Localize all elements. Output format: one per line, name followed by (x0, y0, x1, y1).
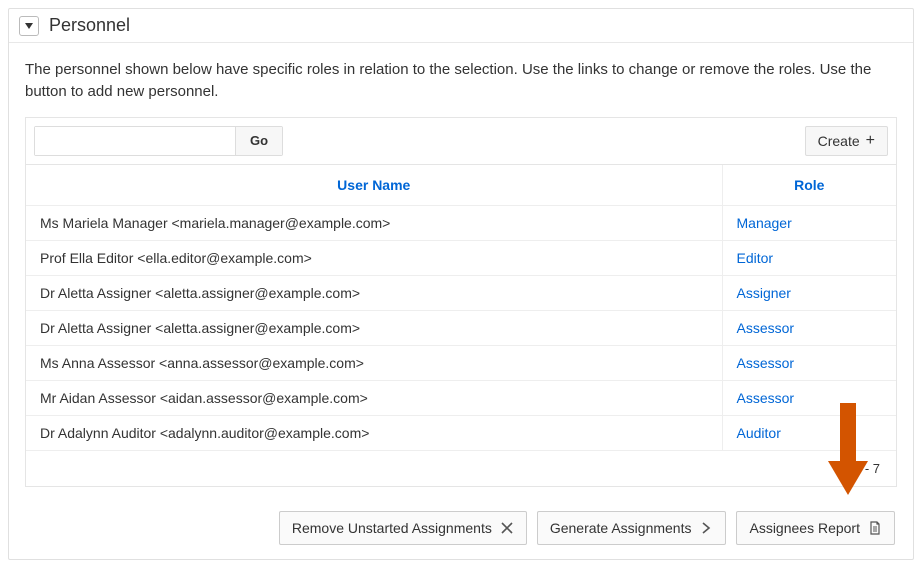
role-link[interactable]: Editor (737, 250, 774, 266)
close-icon (500, 521, 514, 535)
user-cell: Dr Aletta Assigner <aletta.assigner@exam… (26, 275, 722, 310)
go-button[interactable]: Go (235, 127, 282, 155)
remove-unstarted-button[interactable]: Remove Unstarted Assignments (279, 511, 527, 545)
table-row: Ms Anna Assessor <anna.assessor@example.… (26, 345, 896, 380)
create-label: Create (818, 133, 860, 149)
triangle-down-icon (24, 18, 34, 34)
role-link[interactable]: Manager (737, 215, 792, 231)
assignees-report-label: Assignees Report (749, 520, 860, 536)
role-cell: Assessor (722, 380, 896, 415)
role-cell: Assigner (722, 275, 896, 310)
generate-assignments-button[interactable]: Generate Assignments (537, 511, 727, 545)
table-row: Dr Adalynn Auditor <adalynn.auditor@exam… (26, 415, 896, 450)
role-link[interactable]: Assessor (737, 320, 795, 336)
role-link[interactable]: Assigner (737, 285, 791, 301)
user-cell: Mr Aidan Assessor <aidan.assessor@exampl… (26, 380, 722, 415)
table-row: Prof Ella Editor <ella.editor@example.co… (26, 240, 896, 275)
user-cell: Ms Mariela Manager <mariela.manager@exam… (26, 205, 722, 240)
panel-title: Personnel (49, 15, 130, 36)
role-link[interactable]: Auditor (737, 425, 781, 441)
toolbar: Go Create + (26, 118, 896, 164)
personnel-table: User Name Role Ms Mariela Manager <marie… (26, 164, 896, 450)
table-row: Mr Aidan Assessor <aidan.assessor@exampl… (26, 380, 896, 415)
search-group: Go (34, 126, 283, 156)
personnel-panel: Personnel The personnel shown below have… (8, 8, 914, 560)
role-cell: Assessor (722, 310, 896, 345)
table-row: Dr Aletta Assigner <aletta.assigner@exam… (26, 275, 896, 310)
pager: 1 - 7 (26, 450, 896, 486)
table-row: Dr Aletta Assigner <aletta.assigner@exam… (26, 310, 896, 345)
user-cell: Ms Anna Assessor <anna.assessor@example.… (26, 345, 722, 380)
user-cell: Dr Aletta Assigner <aletta.assigner@exam… (26, 310, 722, 345)
role-cell: Assessor (722, 345, 896, 380)
table-row: Ms Mariela Manager <mariela.manager@exam… (26, 205, 896, 240)
panel-description: The personnel shown below have specific … (25, 59, 897, 103)
personnel-region: Go Create + User Name Role Ms Mariela Ma… (25, 117, 897, 487)
chevron-right-icon (699, 521, 713, 535)
assignees-report-button[interactable]: Assignees Report (736, 511, 895, 545)
role-cell: Manager (722, 205, 896, 240)
remove-unstarted-label: Remove Unstarted Assignments (292, 520, 492, 536)
plus-icon: + (866, 133, 875, 149)
create-button[interactable]: Create + (805, 126, 888, 156)
role-link[interactable]: Assessor (737, 390, 795, 406)
collapse-toggle[interactable] (19, 16, 39, 36)
header-user[interactable]: User Name (26, 164, 722, 205)
header-role[interactable]: Role (722, 164, 896, 205)
role-cell: Auditor (722, 415, 896, 450)
document-icon (868, 521, 882, 535)
role-cell: Editor (722, 240, 896, 275)
search-input[interactable] (35, 127, 235, 155)
user-cell: Prof Ella Editor <ella.editor@example.co… (26, 240, 722, 275)
role-link[interactable]: Assessor (737, 355, 795, 371)
header-user-link[interactable]: User Name (337, 177, 410, 193)
panel-header: Personnel (9, 9, 913, 43)
generate-label: Generate Assignments (550, 520, 692, 536)
user-cell: Dr Adalynn Auditor <adalynn.auditor@exam… (26, 415, 722, 450)
footer-actions: Remove Unstarted Assignments Generate As… (25, 511, 897, 545)
header-role-link[interactable]: Role (794, 177, 824, 193)
